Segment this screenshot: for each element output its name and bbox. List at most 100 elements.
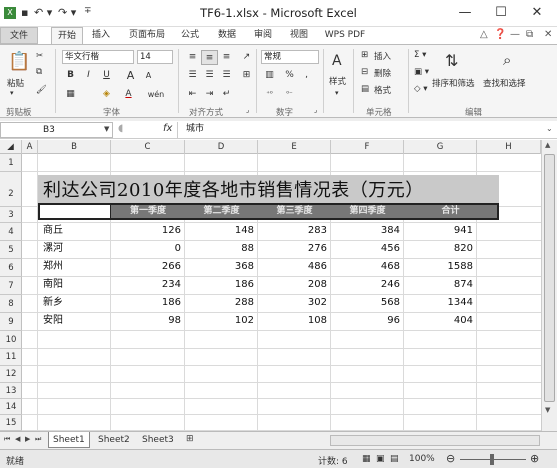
tab-data[interactable]: 数据 bbox=[214, 27, 240, 44]
cell-value[interactable]: 302 bbox=[257, 294, 330, 312]
insert-function-button[interactable]: fx bbox=[163, 123, 172, 134]
clear-icon[interactable]: ◇ ▾ bbox=[414, 84, 428, 94]
normal-view-icon[interactable]: ▦ bbox=[362, 454, 371, 464]
help-icon[interactable]: ❓ bbox=[494, 29, 506, 40]
formula-input[interactable]: 城市 bbox=[177, 122, 544, 138]
column-header[interactable]: G bbox=[404, 140, 477, 154]
cell-value[interactable]: 874 bbox=[403, 276, 476, 294]
tab-wps-pdf[interactable]: WPS PDF bbox=[322, 27, 368, 44]
expand-formula-bar-icon[interactable]: ⌄ bbox=[546, 124, 553, 133]
name-box[interactable]: B3 bbox=[0, 122, 113, 138]
cell-city[interactable]: 漯河 bbox=[38, 240, 110, 258]
tab-page-layout[interactable]: 页面布局 bbox=[124, 27, 170, 44]
cell-city[interactable]: 南阳 bbox=[38, 276, 110, 294]
row-header[interactable]: 3 bbox=[0, 207, 22, 223]
row-header[interactable]: 11 bbox=[0, 349, 22, 366]
cell-value[interactable]: 368 bbox=[184, 258, 257, 276]
zoom-slider-thumb[interactable] bbox=[490, 454, 494, 465]
row-header[interactable]: 14 bbox=[0, 399, 22, 415]
cell-value[interactable]: 288 bbox=[184, 294, 257, 312]
header-cell[interactable]: 第一季度 bbox=[111, 205, 185, 218]
tab-home[interactable]: 开始 bbox=[51, 27, 83, 44]
cell-value[interactable]: 820 bbox=[403, 240, 476, 258]
header-cell[interactable]: 第四季度 bbox=[331, 205, 404, 218]
comma-button[interactable]: , bbox=[298, 68, 315, 83]
cell-value[interactable]: 456 bbox=[330, 240, 403, 258]
increase-decimal-icon[interactable]: ⁺⁰ bbox=[261, 87, 278, 102]
cell-value[interactable]: 234 bbox=[110, 276, 184, 294]
cell-value[interactable]: 941 bbox=[403, 222, 476, 240]
column-header[interactable]: D bbox=[185, 140, 258, 154]
insert-cells-icon[interactable]: ⊞ bbox=[361, 50, 368, 60]
cell-value[interactable]: 208 bbox=[257, 276, 330, 294]
restore-ribbon-icon[interactable]: ⧉ bbox=[526, 29, 533, 40]
maximize-button[interactable]: ☐ bbox=[488, 3, 514, 23]
cell-value[interactable]: 266 bbox=[110, 258, 184, 276]
styles-button[interactable]: 样式 bbox=[329, 75, 346, 87]
underline-button[interactable]: U bbox=[98, 68, 115, 83]
horizontal-scrollbar[interactable] bbox=[330, 435, 540, 446]
row-header[interactable]: 7 bbox=[0, 277, 22, 295]
formula-bar-handle-icon[interactable]: ◖ bbox=[118, 123, 123, 134]
align-center-icon[interactable]: ☰ bbox=[201, 68, 218, 83]
decrease-indent-icon[interactable]: ⇤ bbox=[184, 87, 201, 102]
minimize-ribbon-icon[interactable]: — bbox=[510, 29, 520, 40]
row-header[interactable]: 5 bbox=[0, 241, 22, 259]
cell-value[interactable]: 108 bbox=[257, 312, 330, 330]
bold-button[interactable]: B bbox=[62, 68, 79, 83]
insert-sheet-icon[interactable]: ⊞ bbox=[186, 434, 194, 444]
tab-review[interactable]: 审阅 bbox=[250, 27, 276, 44]
vertical-scroll-thumb[interactable] bbox=[544, 154, 555, 402]
cell-city[interactable]: 郑州 bbox=[38, 258, 110, 276]
styles-icon[interactable]: A bbox=[332, 53, 342, 69]
font-name-combo[interactable]: 华文行楷 bbox=[62, 50, 134, 64]
row-header[interactable]: 15 bbox=[0, 415, 22, 431]
minimize-button[interactable]: — bbox=[452, 3, 478, 23]
autosum-icon[interactable]: Σ ▾ bbox=[414, 50, 426, 60]
cell-value[interactable]: 468 bbox=[330, 258, 403, 276]
cell-value[interactable]: 186 bbox=[184, 276, 257, 294]
align-right-icon[interactable]: ☰ bbox=[218, 68, 235, 83]
last-sheet-icon[interactable]: ⏭ bbox=[35, 435, 41, 444]
page-layout-view-icon[interactable]: ▣ bbox=[376, 454, 385, 464]
alignment-launcher-icon[interactable]: ⌟ bbox=[246, 106, 249, 114]
row-header[interactable]: 2 bbox=[0, 172, 22, 207]
cell-value[interactable]: 102 bbox=[184, 312, 257, 330]
find-select-button[interactable]: 查找和选择 bbox=[483, 77, 526, 89]
cell-value[interactable]: 0 bbox=[110, 240, 184, 258]
number-launcher-icon[interactable]: ⌟ bbox=[314, 106, 317, 114]
cell-value[interactable]: 98 bbox=[110, 312, 184, 330]
ribbon-collapse-icon[interactable]: △ bbox=[480, 29, 488, 40]
column-header[interactable]: C bbox=[111, 140, 185, 154]
merge-center-icon[interactable]: ⊞ bbox=[238, 68, 255, 83]
number-format-combo[interactable]: 常规 bbox=[261, 50, 319, 64]
copy-icon[interactable]: ⧉ bbox=[36, 67, 42, 77]
cell-value[interactable]: 486 bbox=[257, 258, 330, 276]
cell-city[interactable]: 新乡 bbox=[38, 294, 110, 312]
header-cell[interactable]: 第二季度 bbox=[185, 205, 258, 218]
sheet-tab-sheet1[interactable]: Sheet1 bbox=[48, 432, 90, 448]
row-header[interactable]: 12 bbox=[0, 366, 22, 383]
font-color-button[interactable]: A bbox=[120, 87, 137, 102]
sheet-title-cell[interactable]: 利达公司2010年度各地市销售情况表（万元） bbox=[38, 175, 499, 206]
wrap-text-icon[interactable]: ↵ bbox=[218, 87, 235, 102]
italic-button[interactable]: I bbox=[80, 68, 97, 83]
cell-value[interactable]: 568 bbox=[330, 294, 403, 312]
sheet-tab-sheet2[interactable]: Sheet2 bbox=[94, 432, 134, 448]
scroll-up-icon[interactable]: ▲ bbox=[545, 141, 550, 149]
tab-formulas[interactable]: 公式 bbox=[178, 27, 202, 44]
select-all-corner[interactable]: ◢ bbox=[0, 140, 22, 154]
column-header[interactable]: H bbox=[477, 140, 541, 154]
row-header[interactable]: 13 bbox=[0, 383, 22, 399]
align-bottom-icon[interactable]: ≡ bbox=[218, 50, 235, 65]
close-ribbon-icon[interactable]: ✕ bbox=[544, 29, 552, 40]
tab-file[interactable]: 文件 bbox=[0, 27, 38, 44]
cell-value[interactable]: 148 bbox=[184, 222, 257, 240]
orientation-icon[interactable]: ↗ bbox=[238, 50, 255, 65]
row-header[interactable]: 10 bbox=[0, 331, 22, 349]
currency-icon[interactable]: ▥ bbox=[261, 68, 278, 83]
align-middle-icon[interactable]: ≡ bbox=[201, 50, 218, 65]
format-cells-icon[interactable]: ▤ bbox=[361, 84, 369, 94]
fill-color-icon[interactable]: ◈ bbox=[98, 87, 115, 102]
sheet-tab-sheet3[interactable]: Sheet3 bbox=[138, 432, 178, 448]
